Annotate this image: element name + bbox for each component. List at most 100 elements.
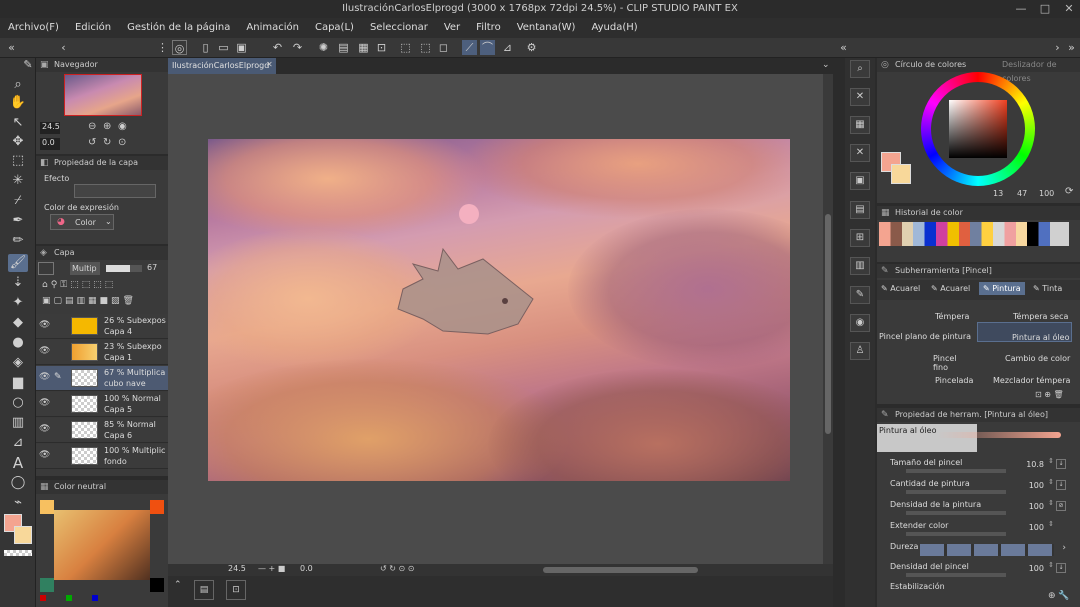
layer-row[interactable]: 👁 ✎ 67 % Multiplica cubo nave	[36, 366, 168, 391]
effect-buttons[interactable]	[74, 184, 156, 198]
eye-icon[interactable]: 👁	[39, 346, 50, 356]
material-icon[interactable]: ✕	[850, 88, 870, 106]
layer-list-icon[interactable]: ▤	[194, 580, 214, 600]
airbrush-icon[interactable]: ⇣	[8, 274, 28, 292]
eye-icon[interactable]: 👁	[39, 372, 50, 382]
open-folder-icon[interactable]: ▭	[216, 40, 231, 55]
brush-tempera-seca[interactable]: Témpera seca	[977, 302, 1072, 322]
eye-icon[interactable]: 👁	[39, 450, 50, 460]
clear-icon[interactable]: ▤	[336, 40, 351, 55]
layer-row[interactable]: 👁 100 % Multiplic fondo	[36, 444, 168, 469]
layer-row[interactable]: 👁 100 % Normal Capa 5	[36, 392, 168, 417]
hue-value[interactable]: 13	[993, 189, 1003, 198]
menu-select[interactable]: Seleccionar	[362, 18, 436, 38]
status-zoom-buttons[interactable]: — + ■	[258, 564, 285, 573]
prop-stabilization[interactable]: Estabilización	[878, 580, 1068, 592]
transform-icon[interactable]: ⊡	[374, 40, 389, 55]
prop-brush-size[interactable]: Tamaño del pincel 10.8 ⇕ ↓	[878, 456, 1068, 476]
document-tab[interactable]: IlustraciónCarlosElprogd	[168, 58, 276, 74]
brightness-value[interactable]: 100	[1039, 189, 1054, 198]
undo-icon[interactable]: ↶	[270, 40, 285, 55]
color-history-grid[interactable]	[879, 222, 1069, 246]
balloon-icon[interactable]: ◯	[8, 474, 28, 492]
pencil-icon[interactable]: ✏	[8, 232, 28, 250]
rotate-left-icon[interactable]: ↺	[88, 137, 96, 148]
rotate-right-icon[interactable]: ↻	[103, 137, 111, 148]
tab-acuarela-2[interactable]: ✎ Acuarel	[931, 284, 970, 293]
menu-help[interactable]: Ayuda(H)	[583, 18, 645, 38]
tab-tinta[interactable]: ✎ Tinta	[1033, 284, 1062, 293]
eraser-icon[interactable]: ◆	[8, 314, 28, 332]
status-rotate-buttons[interactable]: ↺ ↻ ⊙ ⊙	[380, 564, 414, 573]
search-icon[interactable]: ⌕	[850, 60, 870, 78]
prop-blend-color[interactable]: Extender color 100 ⇕	[878, 519, 1068, 539]
document-icon[interactable]: ▤	[850, 201, 870, 219]
collapse-left-icon[interactable]: «	[4, 40, 19, 55]
deselect-icon[interactable]: ⬚	[398, 40, 413, 55]
chevron-up-icon[interactable]: ⌃	[174, 580, 182, 590]
chevron-left-icon[interactable]: ‹	[56, 40, 71, 55]
brush-cambio-color[interactable]: Cambio de color	[977, 346, 1072, 366]
vertical-scrollbar[interactable]	[823, 74, 833, 564]
layer-action-icons[interactable]: ▣▢▤▥▦■▧🗑	[42, 296, 137, 306]
expression-color-select[interactable]: ◕ Color ⌄	[50, 214, 114, 230]
expand-right-icon[interactable]: »	[1064, 40, 1079, 55]
redo-icon[interactable]: ↷	[290, 40, 305, 55]
folder-icon[interactable]: ▥	[850, 257, 870, 275]
blend-mode-select[interactable]: Multip	[70, 262, 100, 275]
status-zoom[interactable]: 24.5	[228, 564, 246, 573]
close-tab-icon[interactable]: ✕	[266, 60, 273, 69]
prop-brush-density[interactable]: Densidad del pincel 100 ⇕ ↓	[878, 560, 1068, 580]
menu-page[interactable]: Gestión de la página	[119, 18, 238, 38]
navigator-zoom-value[interactable]: 24.5	[40, 122, 60, 134]
brush-icon[interactable]: 🖌	[8, 254, 28, 272]
prop-paint-density[interactable]: Densidad de la pintura 100 ⇕ ⊘	[878, 498, 1068, 518]
menu-edit[interactable]: Edición	[67, 18, 119, 38]
close-icon[interactable]: ✕	[1058, 0, 1080, 18]
color-slider-tab[interactable]: Deslizador de colores	[1002, 58, 1080, 86]
ruler-icon[interactable]: ⊿	[8, 434, 28, 452]
fit-icon[interactable]: ◉	[118, 121, 127, 132]
blend-icon[interactable]: ●	[8, 334, 28, 352]
pen-tool-icon[interactable]: ✒	[8, 212, 28, 230]
horizontal-scroll-thumb[interactable]	[543, 567, 698, 573]
subtool-action-icons[interactable]: ⊡ ⊕ 🗑	[1035, 390, 1064, 399]
scroll-thumb[interactable]	[825, 214, 831, 434]
tab-acuarela-1[interactable]: ✎ Acuarel	[881, 284, 920, 293]
transparent-color-icon[interactable]	[4, 550, 32, 556]
zoom-icon[interactable]: ⌕	[8, 76, 28, 94]
snap-grid-icon[interactable]: ⊿	[500, 40, 515, 55]
fill-icon[interactable]: ▦	[356, 40, 371, 55]
neutral-color-grid[interactable]	[54, 510, 150, 580]
x-icon[interactable]: ✕	[850, 144, 870, 162]
neutral-corner-tr[interactable]	[150, 500, 164, 514]
opacity-value[interactable]: 67	[147, 263, 157, 272]
canvas-viewport[interactable]	[168, 74, 823, 564]
saturation-value[interactable]: 47	[1017, 189, 1027, 198]
neutral-corner-tl[interactable]	[40, 500, 54, 514]
navigator-preview[interactable]	[64, 74, 142, 116]
camera-icon[interactable]: ◉	[850, 314, 870, 332]
menu-animation[interactable]: Animación	[238, 18, 307, 38]
prop-hardness[interactable]: Dureza ›	[878, 540, 1068, 560]
layer-mask-toggle[interactable]	[38, 262, 54, 275]
status-angle[interactable]: 0.0	[300, 564, 313, 573]
minimize-icon[interactable]: —	[1010, 0, 1032, 18]
prop-paint-amount[interactable]: Cantidad de pintura 100 ⇕ ↓	[878, 477, 1068, 497]
pen-icon[interactable]: ✎	[18, 56, 38, 74]
brush-flat[interactable]: Pincel plano de pintura	[879, 324, 974, 344]
figure-icon[interactable]: ♙	[850, 342, 870, 360]
eye-icon[interactable]: 👁	[39, 398, 50, 408]
tab-pintura[interactable]: ✎ Pintura	[979, 282, 1025, 295]
menu-filter[interactable]: Filtro	[468, 18, 509, 38]
artwork[interactable]	[208, 139, 790, 481]
color-mode-toggle-icon[interactable]: ⟳	[1065, 186, 1073, 197]
eyedropper-icon[interactable]: ⌿	[8, 192, 28, 210]
settings-icon[interactable]: ⚙	[524, 40, 539, 55]
layer-row[interactable]: 👁 85 % Normal Capa 6	[36, 418, 168, 443]
neutral-corner-bl[interactable]	[40, 578, 54, 592]
text-icon[interactable]: A	[8, 454, 28, 472]
correction-icon[interactable]: ⌁	[8, 494, 28, 512]
collapse-right-icon[interactable]: «	[836, 40, 851, 55]
magic-wand-icon[interactable]: ✳	[8, 172, 28, 190]
